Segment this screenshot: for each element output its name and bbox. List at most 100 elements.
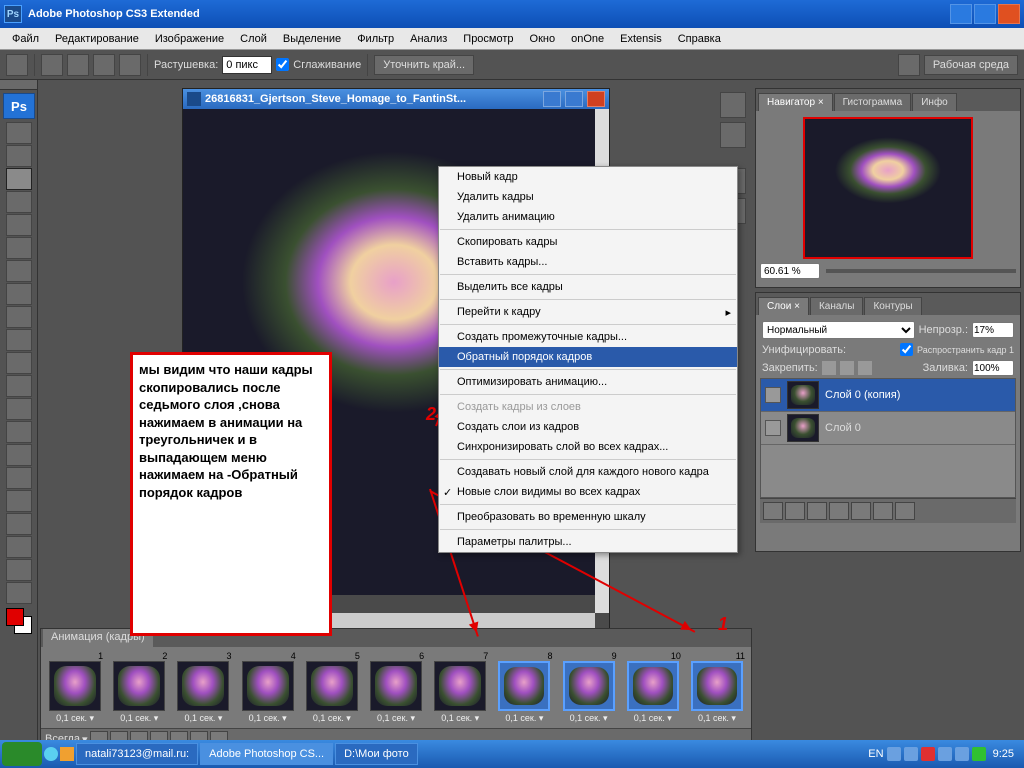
group-icon[interactable]	[851, 502, 871, 520]
history-brush-tool[interactable]	[6, 329, 32, 351]
refine-edge-button[interactable]: Уточнить край...	[374, 55, 474, 75]
nav-tab[interactable]: Инфо	[912, 93, 957, 111]
link-layers-icon[interactable]	[763, 502, 783, 520]
lang-indicator[interactable]: EN	[868, 748, 883, 760]
lasso-tool[interactable]	[6, 168, 32, 190]
visibility-icon[interactable]	[765, 387, 781, 403]
menu-onone[interactable]: onOne	[563, 31, 612, 47]
minimize-button[interactable]	[950, 4, 972, 24]
doc-close[interactable]	[587, 91, 605, 107]
lasso-tool-icon[interactable]	[6, 54, 28, 76]
close-button[interactable]	[998, 4, 1020, 24]
gradient-tool[interactable]	[6, 375, 32, 397]
menu-окно[interactable]: Окно	[522, 31, 564, 47]
animation-frame[interactable]: 10,1 сек. ▾	[45, 651, 105, 724]
move-tool[interactable]	[6, 122, 32, 144]
menu-item[interactable]: Новые слои видимы во всех кадрах	[439, 482, 737, 502]
hand-tool[interactable]	[6, 559, 32, 581]
color-swatch[interactable]	[6, 608, 32, 634]
zoom-slider[interactable]	[826, 269, 1016, 273]
heal-tool[interactable]	[6, 260, 32, 282]
selection-new-icon[interactable]	[41, 54, 63, 76]
menu-item[interactable]: Параметры палитры...	[439, 532, 737, 552]
start-button[interactable]	[2, 742, 42, 766]
menu-файл[interactable]: Файл	[4, 31, 47, 47]
navigator-thumbnail[interactable]	[803, 117, 973, 259]
zoom-input[interactable]	[760, 263, 820, 279]
menu-слой[interactable]: Слой	[232, 31, 275, 47]
opacity-input[interactable]	[972, 322, 1014, 338]
selection-sub-icon[interactable]	[93, 54, 115, 76]
animation-frame[interactable]: 70,1 сек. ▾	[430, 651, 490, 724]
ie-icon[interactable]	[44, 747, 58, 761]
taskbar-item-mail[interactable]: natali73123@mail.ru:	[76, 743, 198, 765]
menu-item[interactable]: Новый кадр	[439, 167, 737, 187]
adjustment-icon[interactable]	[829, 502, 849, 520]
animation-frame[interactable]: 20,1 сек. ▾	[109, 651, 169, 724]
menu-фильтр[interactable]: Фильтр	[349, 31, 402, 47]
path-tool[interactable]	[6, 490, 32, 512]
fill-input[interactable]	[972, 360, 1014, 376]
shape-tool[interactable]	[6, 513, 32, 535]
menu-item[interactable]: Выделить все кадры	[439, 277, 737, 297]
lock-pixels-icon[interactable]	[822, 361, 836, 375]
nav-tab[interactable]: Навигатор ×	[758, 93, 833, 111]
brush-palette-icon[interactable]	[898, 54, 920, 76]
brush-tool[interactable]	[6, 283, 32, 305]
doc-maximize[interactable]	[565, 91, 583, 107]
layer-mask-icon[interactable]	[807, 502, 827, 520]
crop-tool[interactable]	[6, 214, 32, 236]
dock-icon-1[interactable]	[720, 92, 746, 118]
wand-tool[interactable]	[6, 191, 32, 213]
menu-item[interactable]: Обратный порядок кадров	[439, 347, 737, 367]
notes-tool[interactable]	[6, 536, 32, 558]
animation-frame[interactable]: 40,1 сек. ▾	[238, 651, 298, 724]
animation-frame[interactable]: 80,1 сек. ▾	[494, 651, 554, 724]
menu-изображение[interactable]: Изображение	[147, 31, 232, 47]
menu-item[interactable]: Скопировать кадры	[439, 232, 737, 252]
menu-выделение[interactable]: Выделение	[275, 31, 349, 47]
menu-item[interactable]: Вставить кадры...	[439, 252, 737, 272]
zoom-tool[interactable]	[6, 582, 32, 604]
lock-position-icon[interactable]	[840, 361, 854, 375]
antialias-checkbox[interactable]	[276, 58, 289, 71]
menu-item[interactable]: Создать промежуточные кадры...	[439, 327, 737, 347]
layers-tab[interactable]: Контуры	[864, 297, 921, 315]
tray-icon[interactable]	[955, 747, 969, 761]
selection-add-icon[interactable]	[67, 54, 89, 76]
eraser-tool[interactable]	[6, 352, 32, 374]
menu-item[interactable]: Синхронизировать слой во всех кадрах...	[439, 437, 737, 457]
pen-tool[interactable]	[6, 444, 32, 466]
visibility-icon[interactable]	[765, 420, 781, 436]
selection-intersect-icon[interactable]	[119, 54, 141, 76]
feather-input[interactable]	[222, 56, 272, 74]
layer-row[interactable]: Слой 0 (копия)	[761, 379, 1015, 412]
animation-frame[interactable]: 50,1 сек. ▾	[302, 651, 362, 724]
lock-all-icon[interactable]	[858, 361, 872, 375]
document-titlebar[interactable]: 26816831_Gjertson_Steve_Homage_to_Fantin…	[183, 89, 609, 109]
layer-row[interactable]: Слой 0	[761, 412, 1015, 445]
workspace-button[interactable]: Рабочая среда	[924, 55, 1018, 75]
tray-icon[interactable]	[938, 747, 952, 761]
menu-item[interactable]: Преобразовать во временную шкалу	[439, 507, 737, 527]
animation-frame[interactable]: 60,1 сек. ▾	[366, 651, 426, 724]
taskbar-item-photoshop[interactable]: Adobe Photoshop CS...	[200, 743, 333, 765]
delete-layer-icon[interactable]	[895, 502, 915, 520]
tray-icon[interactable]	[904, 747, 918, 761]
layers-tab[interactable]: Слои ×	[758, 297, 809, 315]
animation-frame[interactable]: 100,1 сек. ▾	[623, 651, 683, 724]
blend-mode-select[interactable]: Нормальный	[762, 321, 915, 339]
eyedropper-tool[interactable]	[6, 237, 32, 259]
menu-item[interactable]: Создавать новый слой для каждого нового …	[439, 462, 737, 482]
dock-icon-2[interactable]	[720, 122, 746, 148]
type-tool[interactable]	[6, 467, 32, 489]
nav-tab[interactable]: Гистограмма	[834, 93, 912, 111]
menu-анализ[interactable]: Анализ	[402, 31, 455, 47]
tray-icon[interactable]	[972, 747, 986, 761]
tray-icon[interactable]	[887, 747, 901, 761]
doc-minimize[interactable]	[543, 91, 561, 107]
layer-style-icon[interactable]	[785, 502, 805, 520]
blur-tool[interactable]	[6, 398, 32, 420]
tray-icon[interactable]	[921, 747, 935, 761]
menu-справка[interactable]: Справка	[670, 31, 729, 47]
